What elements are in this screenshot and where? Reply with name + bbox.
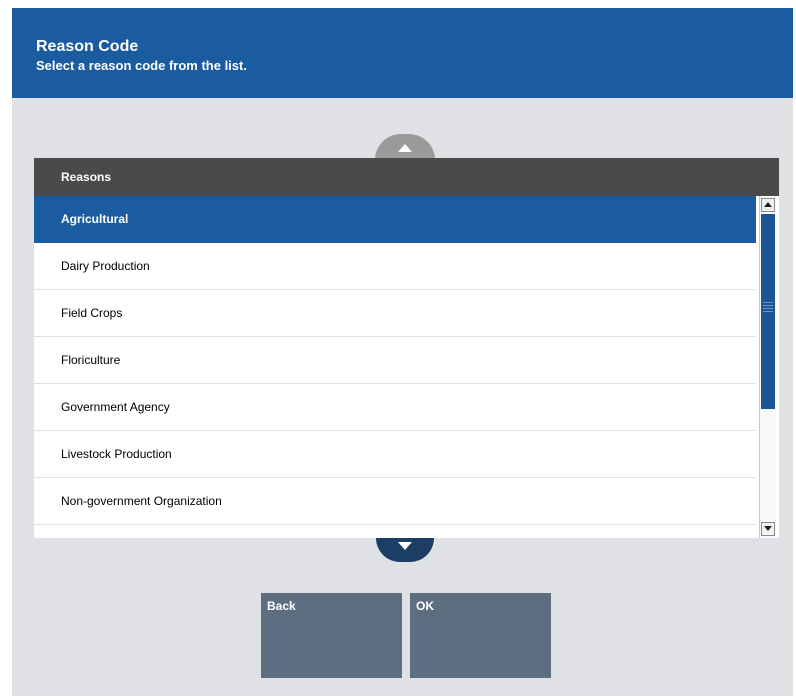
- page-header: Reason Code Select a reason code from th…: [12, 8, 793, 98]
- list-item[interactable]: Floriculture: [34, 337, 756, 384]
- list-item[interactable]: Government Agency: [34, 384, 756, 431]
- small-up-arrow-icon: [764, 202, 772, 207]
- list-item[interactable]: Non-government Organization: [34, 478, 756, 525]
- list-scrollbar[interactable]: [759, 196, 776, 538]
- ok-button[interactable]: OK: [410, 593, 551, 678]
- up-arrow-icon: [398, 144, 412, 152]
- reason-list: Agricultural Dairy Production Field Crop…: [34, 196, 779, 538]
- small-down-arrow-icon: [764, 526, 772, 531]
- list-item[interactable]: Livestock Production: [34, 431, 756, 478]
- scrollbar-up-button[interactable]: [761, 198, 775, 212]
- list-item[interactable]: Agricultural: [34, 196, 756, 243]
- grip-icon: [763, 302, 773, 316]
- page-subtitle: Select a reason code from the list.: [36, 58, 247, 73]
- list-item[interactable]: [34, 525, 756, 538]
- scroll-down-button[interactable]: [376, 538, 434, 562]
- reason-code-screen: Reason Code Select a reason code from th…: [12, 8, 793, 696]
- down-arrow-icon: [398, 542, 412, 550]
- page-title: Reason Code: [36, 38, 139, 55]
- reason-list-items: Agricultural Dairy Production Field Crop…: [34, 196, 756, 538]
- scroll-up-button[interactable]: [375, 134, 435, 160]
- scrollbar-down-button[interactable]: [761, 522, 775, 536]
- scrollbar-thumb[interactable]: [761, 214, 775, 409]
- list-item[interactable]: Field Crops: [34, 290, 756, 337]
- list-item[interactable]: Dairy Production: [34, 243, 756, 290]
- back-button[interactable]: Back: [261, 593, 402, 678]
- list-header: Reasons: [34, 158, 779, 196]
